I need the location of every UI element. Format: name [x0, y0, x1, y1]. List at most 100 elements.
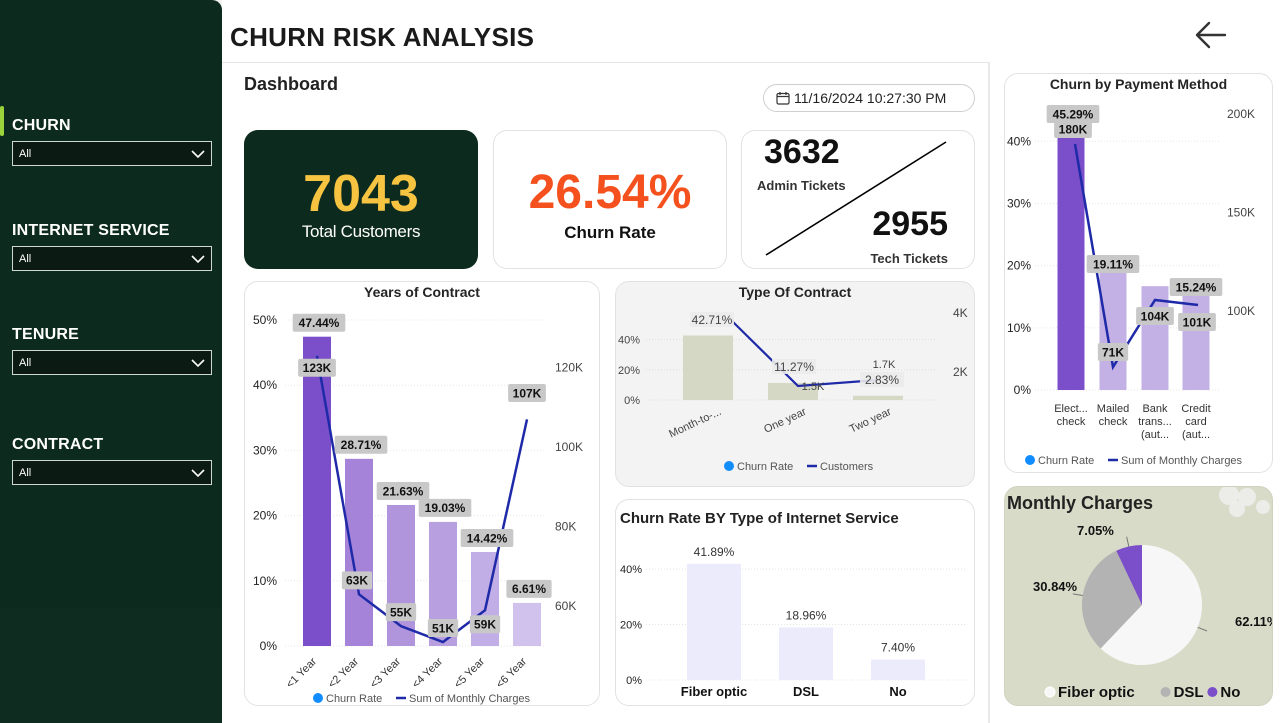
x-tick-label: Elect... check — [1054, 403, 1088, 428]
filter-label: INTERNET SERVICE — [12, 222, 170, 239]
line-data-label: 101K — [1183, 315, 1212, 329]
bar-data-label: 19.11% — [1093, 257, 1133, 271]
bar — [1182, 295, 1210, 390]
legend-marker — [724, 461, 734, 471]
contract-dropdown[interactable]: All — [12, 460, 212, 485]
legend-marker — [1207, 687, 1218, 697]
legend-label: Sum of Monthly Charges — [1121, 455, 1243, 467]
active-filter-marker — [0, 106, 4, 136]
y-tick-label: 40% — [253, 378, 277, 392]
y2-tick-label: 200K — [1227, 107, 1255, 121]
bar-data-label: 15.24% — [1176, 280, 1217, 294]
header-divider — [222, 62, 989, 63]
bar-data-label: 14.42% — [467, 531, 508, 545]
years-of-contract-chart: Years of Contract 0% 10% 20% 30% 40% 50% 60K 80… — [244, 281, 600, 706]
y-tick-label: 0% — [1014, 383, 1032, 397]
legend-label: Fiber optic — [1058, 684, 1135, 701]
line-data-label: 63K — [346, 574, 368, 588]
internet-service-chart: Churn Rate BY Type of Internet Service 0… — [615, 499, 975, 706]
bar — [683, 335, 733, 400]
legend-label: Churn Rate — [1038, 455, 1094, 467]
filter-label: TENURE — [12, 326, 79, 343]
line-data-label: 71K — [1102, 345, 1124, 359]
legend-label: Churn Rate — [326, 693, 382, 705]
chevron-down-icon — [191, 358, 205, 367]
y-tick-label: 10% — [253, 574, 277, 588]
chart-title: Years of Contract — [364, 284, 480, 300]
y2-tick-label: 60K — [555, 599, 576, 613]
decorative-blob — [1256, 500, 1270, 514]
y-tick-label: 40% — [620, 564, 642, 576]
y-tick-label: 0% — [624, 395, 640, 407]
bar-data-label: 18.96% — [786, 608, 827, 622]
kpi-value: 26.54% — [528, 166, 692, 219]
x-tick-label: <2 Year — [326, 655, 361, 690]
main-panel: CHURN RISK ANALYSIS Dashboard 11/16/2024… — [222, 0, 1281, 723]
filter-internet-service: INTERNET SERVICE All — [12, 222, 212, 271]
x-tick-label: Fiber optic — [681, 684, 747, 699]
x-tick-label: Bank trans... (aut... — [1138, 403, 1172, 441]
bar-data-label: 41.89% — [694, 545, 735, 559]
x-tick-label: <1 Year — [284, 655, 319, 690]
line-data-label: 59K — [474, 618, 496, 632]
bar — [853, 395, 903, 400]
churn-dropdown[interactable]: All — [12, 141, 212, 166]
x-tick-label: Two year — [848, 406, 894, 436]
back-arrow-icon[interactable] — [1194, 18, 1228, 52]
calendar-icon — [776, 92, 790, 105]
bar — [687, 563, 741, 680]
chart-title: Churn by Payment Method — [1049, 76, 1228, 92]
payment-method-chart: Churn by Payment Method 0% 10% 20% 30% 40% 10… — [1004, 73, 1273, 473]
bar-data-label: 11.27% — [774, 360, 814, 374]
type-of-contract-chart: Type Of Contract 0% 20% 40% 4K 2K Month-to-..… — [615, 281, 975, 487]
line-data-label: 180K — [1059, 122, 1088, 136]
payment-method-plot: 0% 10% 20% 30% 40% 100K 150K 200K Elect... check M… — [1007, 105, 1255, 467]
y2-tick-label: 100K — [555, 440, 583, 454]
legend-label: Churn Rate — [737, 461, 793, 473]
y-tick-label: 20% — [620, 620, 642, 632]
x-tick-label: <4 Year — [410, 655, 445, 690]
y-tick-label: 0% — [260, 639, 278, 653]
leader-line — [1197, 626, 1208, 632]
monthly-charges-chart: Monthly Charges 62.11% 30.84% 7.05% Fiber o… — [1004, 486, 1273, 706]
dashboard-label: Dashboard — [244, 74, 339, 94]
y-tick-label: 20% — [1007, 259, 1031, 273]
bar — [1099, 271, 1127, 390]
filter-sidebar: CHURN All INTERNET SERVICE All TENURE Al… — [0, 0, 222, 608]
bar — [871, 659, 925, 680]
y2-tick-label: 80K — [555, 520, 576, 534]
type-of-contract-plot: 0% 20% 40% 4K 2K Month-to-... One year Two year… — [618, 306, 968, 473]
monthly-charges-plot: 62.11% 30.84% 7.05% Fiber optic DSL No — [1033, 487, 1273, 701]
customers-line — [730, 319, 879, 388]
x-tick-label: One year — [762, 406, 808, 436]
x-tick-label: Month-to-... — [667, 406, 723, 441]
dropdown-value: All — [19, 466, 32, 479]
bar-data-label: 45.29% — [1053, 107, 1094, 121]
x-tick-label: <6 Year — [494, 655, 529, 690]
bar — [345, 458, 373, 646]
filter-label: CHURN — [12, 117, 71, 134]
filter-churn: CHURN All — [12, 117, 212, 166]
tenure-dropdown[interactable]: All — [12, 350, 212, 375]
datetime-text: 11/16/2024 10:27:30 PM — [794, 90, 947, 106]
page-title: CHURN RISK ANALYSIS — [230, 22, 535, 52]
y-tick-label: 30% — [253, 443, 277, 457]
slice-label: 62.11% — [1235, 614, 1273, 629]
kpi-total-customers: 7043 Total Customers — [244, 130, 478, 269]
years-of-contract-plot: 0% 10% 20% 30% 40% 50% 60K 80K 100K 120K <1 Year <2… — [253, 313, 583, 705]
dropdown-value: All — [19, 252, 32, 265]
dropdown-value: All — [19, 356, 32, 369]
leader-line — [1072, 593, 1083, 596]
y-tick-label: 10% — [1007, 321, 1031, 335]
internet-service-dropdown[interactable]: All — [12, 246, 212, 271]
tech-tickets-value: 2955 — [872, 205, 948, 243]
chart-title: Monthly Charges — [1007, 493, 1154, 513]
bar-data-label: 7.40% — [881, 640, 915, 654]
x-tick-label: DSL — [793, 684, 819, 699]
y2-tick-label: 100K — [1227, 304, 1255, 318]
decorative-blob — [1229, 501, 1245, 517]
internet-service-plot: 0% 20% 40% 41.89% Fiber optic 18.96% DSL 7.40% N… — [620, 545, 966, 699]
chart-title: Type Of Contract — [738, 284, 852, 300]
x-tick-label: No — [889, 684, 906, 699]
y2-tick-label: 4K — [953, 306, 968, 320]
